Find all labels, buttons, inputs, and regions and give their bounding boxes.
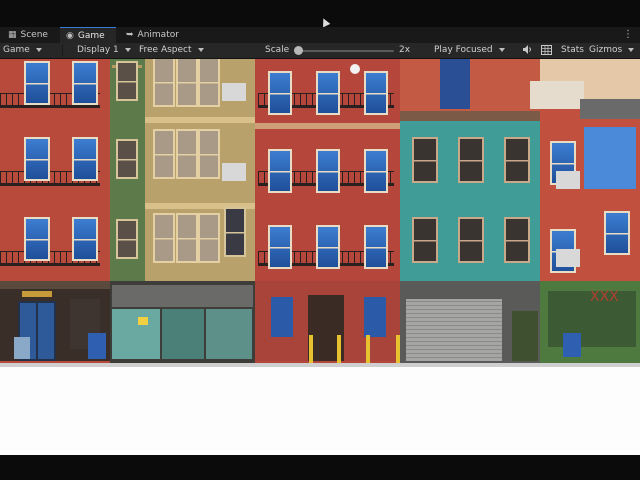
view-mode-dropdown[interactable]: Game: [3, 43, 42, 58]
gamepad-icon: ◉: [66, 31, 74, 41]
tab-game[interactable]: ◉ Game: [60, 27, 116, 43]
display-label: Display 1: [77, 45, 119, 55]
tab-scene[interactable]: ▦ Scene: [4, 27, 60, 43]
toolbar-divider: [62, 45, 63, 56]
grid-icon[interactable]: [541, 43, 552, 58]
street-scene: XXX: [0, 59, 640, 455]
ac-unit: [222, 83, 246, 101]
ac-unit: [556, 171, 580, 189]
scene-grid-icon: ▦: [8, 30, 17, 40]
blue-mailbox: [563, 333, 581, 357]
svg-text:XXX: XXX: [590, 289, 619, 305]
speaker-icon[interactable]: [522, 43, 533, 58]
aspect-dropdown[interactable]: Free Aspect: [139, 43, 204, 58]
aspect-label: Free Aspect: [139, 45, 192, 55]
view-mode-label: Game: [3, 45, 30, 55]
display-dropdown[interactable]: Display 1: [77, 43, 131, 58]
teal-building: [400, 59, 540, 363]
ac-unit: [222, 163, 246, 181]
play-mode-label: Play Focused: [434, 45, 493, 55]
tab-animator[interactable]: ➥ Animator: [122, 27, 190, 43]
tab-game-label: Game: [77, 31, 105, 41]
newspaper-box: [14, 337, 30, 359]
fire-escape-platform: [0, 263, 100, 266]
gizmos-dropdown[interactable]: Gizmos: [589, 43, 634, 58]
scale-label: Scale: [265, 45, 290, 55]
game-viewport[interactable]: XXX: [0, 59, 640, 455]
mouse-cursor-icon: [319, 16, 331, 28]
animator-icon: ➥: [126, 30, 134, 40]
tab-scene-label: Scene: [20, 30, 48, 40]
stats-toggle[interactable]: Stats: [561, 43, 584, 58]
scale-slider-track[interactable]: [298, 50, 394, 52]
tab-animator-label: Animator: [137, 30, 179, 40]
gizmos-label: Gizmos: [589, 45, 623, 55]
blue-mailbox: [88, 333, 106, 359]
fire-escape-platform: [0, 183, 100, 186]
scale-value: 2x: [399, 45, 411, 55]
ac-unit: [556, 249, 580, 267]
play-mode-dropdown[interactable]: Play Focused: [434, 43, 505, 58]
top-bar: [0, 0, 640, 28]
bottom-bar: [0, 455, 640, 480]
fire-escape-platform: [0, 105, 100, 108]
scale-slider-handle[interactable]: [294, 46, 303, 55]
kebab-menu-icon[interactable]: ⋮: [623, 28, 633, 42]
game-view-toolbar: Game Display 1 Free Aspect Scale 2x Play…: [0, 43, 640, 59]
editor-tab-bar: ▦ Scene ◉ Game ➥ Animator ⋮: [0, 27, 640, 44]
